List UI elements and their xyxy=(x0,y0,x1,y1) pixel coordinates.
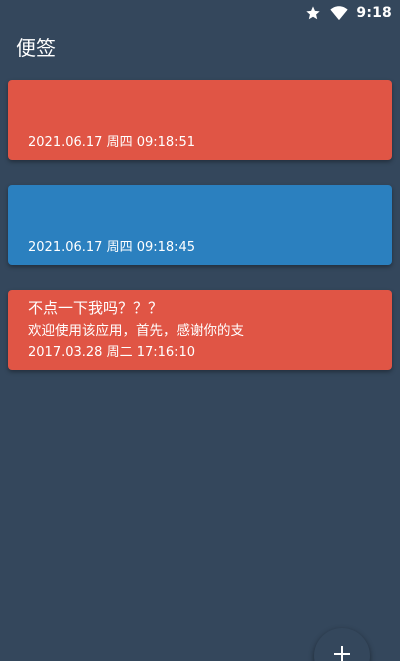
note-title: 不点一下我吗？？？ xyxy=(28,299,164,317)
add-note-button[interactable] xyxy=(314,628,370,661)
status-bar: 9:18 xyxy=(0,0,400,26)
note-date: 2021.06.17 周四 09:18:45 xyxy=(28,240,196,255)
note-date: 2021.06.17 周四 09:18:51 xyxy=(28,135,196,150)
status-time: 9:18 xyxy=(356,5,392,21)
app-screen: 9:18 便签 2021.06.17 周四 09:18:51 2021.06.1… xyxy=(0,0,400,661)
page-title: 便签 xyxy=(16,36,56,60)
note-card[interactable]: 2021.06.17 周四 09:18:51 xyxy=(8,80,392,160)
plus-icon xyxy=(332,644,352,661)
notes-list: 2021.06.17 周四 09:18:51 2021.06.17 周四 09:… xyxy=(8,80,392,395)
note-card[interactable]: 不点一下我吗？？？ 欢迎使用该应用，首先，感谢你的支 2017.03.28 周二… xyxy=(8,290,392,370)
star-icon xyxy=(304,4,322,22)
note-date: 2017.03.28 周二 17:16:10 xyxy=(28,345,196,360)
wifi-icon xyxy=(330,4,348,22)
note-preview: 欢迎使用该应用，首先，感谢你的支 xyxy=(28,323,244,339)
note-card[interactable]: 2021.06.17 周四 09:18:45 xyxy=(8,185,392,265)
